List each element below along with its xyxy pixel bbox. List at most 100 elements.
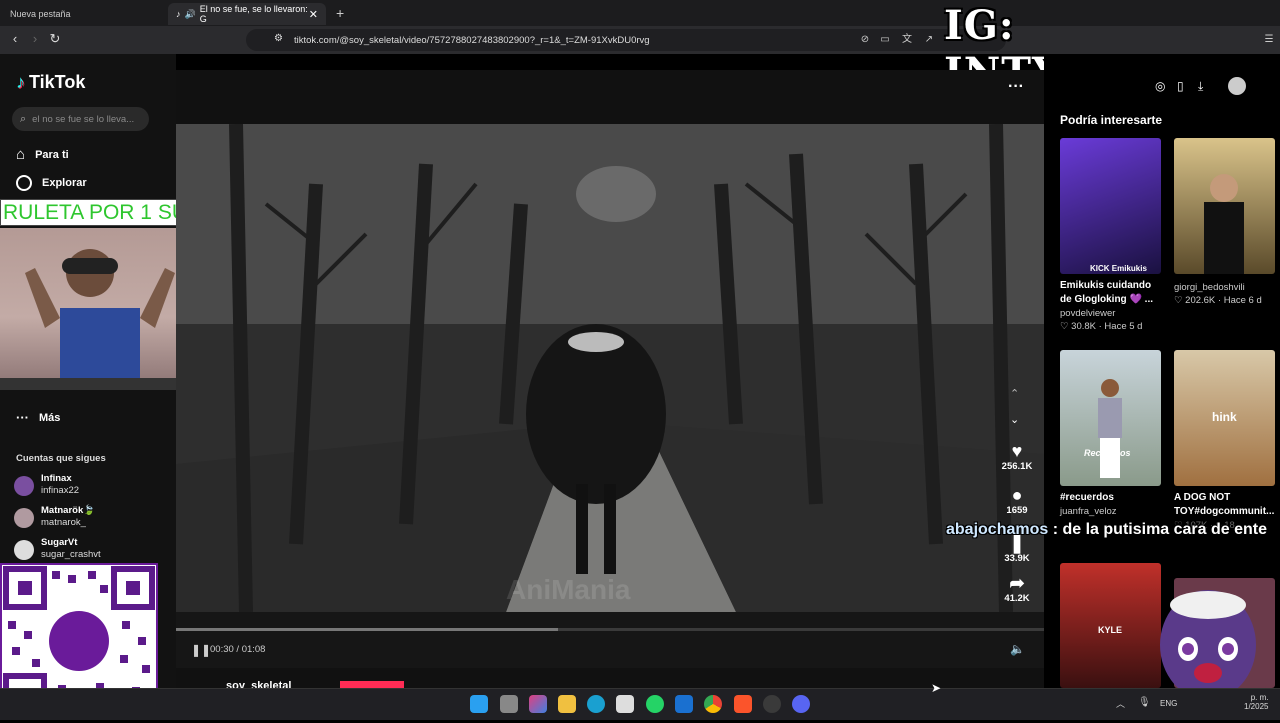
recommend-thumb[interactable] (1174, 138, 1275, 274)
like-button[interactable]: ♥ 256.1K (994, 441, 1040, 472)
url-bar[interactable]: ⚙ tiktok.com/@soy_skeletal/video/7572788… (246, 29, 1006, 51)
recommend-card[interactable]: #recuerdos juanfra_veloz (1060, 491, 1161, 518)
task-view-icon[interactable] (500, 695, 518, 713)
translate-icon[interactable]: 文 (900, 33, 914, 47)
tab-tiktok-video[interactable]: ♪ 🔊 El no se fue, se lo llevaron: G ✕ (168, 3, 326, 25)
avatar (14, 540, 34, 560)
tray-chevron-icon[interactable]: ︿ (1116, 697, 1125, 710)
share-button[interactable]: ➦ 41.2K (994, 573, 1040, 604)
search-input[interactable]: ⌕ el no se fue se lo lleva... (12, 107, 149, 131)
comment-icon: ● (1011, 485, 1023, 505)
nav-label: Explorar (42, 177, 87, 189)
recommend-thumb[interactable]: KICK Emikukis (1060, 138, 1161, 274)
recommend-meta: 30.8K · Hace 5 d (1071, 321, 1143, 332)
recommend-title: Podría interesarte (1060, 113, 1163, 127)
recommend-thumb[interactable]: Recuerdos (1060, 350, 1161, 486)
following-item[interactable]: SugarVt sugar_crashvt (14, 537, 101, 561)
heart-icon: ♥ (1011, 441, 1023, 461)
chat-user: abajochamos (946, 521, 1049, 538)
close-tab-icon[interactable]: ✕ (309, 8, 318, 21)
share-count: 41.2K (1004, 593, 1030, 604)
logo-text: TikTok (29, 72, 86, 92)
file-explorer-icon[interactable] (558, 695, 576, 713)
mouse-cursor-icon: ➤ (931, 681, 942, 695)
speaker-icon: 🔊 (184, 8, 196, 19)
chrome-icon[interactable] (704, 695, 722, 713)
download-icon[interactable]: ⤓ (1198, 79, 1203, 94)
pause-icon[interactable]: ❚❚ (191, 643, 211, 657)
following-item[interactable]: Infinax infinax22 (14, 473, 79, 497)
outlook-icon[interactable] (675, 695, 693, 713)
store-icon[interactable] (616, 695, 634, 713)
site-info-icon[interactable]: ⚙ (274, 33, 283, 44)
following-item[interactable]: Matnarök🍃 matnarok_ (14, 505, 95, 529)
comment-count: 1659 (1006, 505, 1028, 516)
like-count: 256.1K (1001, 461, 1033, 472)
heart-outline-icon: ♡ (1174, 295, 1186, 306)
tiktok-favicon-icon: ♪ (176, 9, 181, 19)
recommend-card[interactable]: Emikukis cuidando de Glogloking 💜 ... po… (1060, 279, 1161, 333)
thumb-figure (1204, 174, 1244, 274)
clock[interactable]: p. m. 1/2025 (1244, 693, 1268, 711)
recommend-item-title: Emikukis cuidando de Glogloking 💜 ... (1060, 280, 1154, 305)
recommend-item-title: A DOG NOT TOY#dogcommunit... (1174, 492, 1275, 517)
brave-icon[interactable] (734, 695, 752, 713)
thumb-caption: KICK Emikukis (1090, 264, 1147, 273)
back-icon[interactable]: ‹ (8, 32, 22, 46)
nav-para-ti[interactable]: ⌂ Para ti (16, 146, 69, 163)
clock-time: p. m. (1250, 693, 1269, 702)
following-name: SugarVt (41, 537, 78, 548)
start-icon[interactable] (470, 695, 488, 713)
chat-message: abajochamos : de la putisima cara de ent… (946, 521, 1267, 539)
obs-icon[interactable] (763, 695, 781, 713)
time-display: 00:30 / 01:08 (210, 644, 266, 655)
author-name[interactable]: soy_skeletal (226, 680, 291, 688)
coin-icon[interactable]: ◎ (1155, 79, 1165, 93)
search-icon: ⌕ (20, 112, 27, 125)
video-watermark: AniMania (506, 574, 631, 605)
copilot-icon[interactable] (529, 695, 547, 713)
tab-label: El no se fue, se lo llevaron: G (199, 4, 308, 24)
video-frame[interactable]: AniMania (176, 124, 1044, 612)
volume-icon[interactable]: 🔈 (1010, 642, 1025, 656)
reload-icon[interactable]: ↻ (48, 32, 62, 46)
follow-button[interactable] (340, 681, 404, 688)
recommend-thumb[interactable]: KYLE (1060, 563, 1161, 688)
profile-avatar[interactable] (1228, 77, 1246, 95)
following-handle: infinax22 (41, 485, 80, 496)
pip-icon[interactable]: ▭ (878, 33, 892, 47)
player-controls (176, 612, 1044, 668)
following-handle: sugar_crashvt (41, 549, 101, 560)
comment-button[interactable]: ● 1659 (994, 485, 1040, 516)
nav-explorar[interactable]: Explorar (16, 175, 87, 191)
forward-icon[interactable]: › (28, 32, 42, 46)
thumb-caption: Recuerdos (1084, 448, 1131, 458)
new-tab-icon[interactable]: + (336, 5, 344, 21)
share-icon[interactable]: ↗ (922, 33, 936, 47)
prev-video-icon[interactable]: ⌃ (1010, 387, 1019, 400)
tiktok-note-icon: ♪ (16, 72, 25, 92)
nav-label: Para ti (35, 148, 69, 161)
edge-icon[interactable] (587, 695, 605, 713)
next-video-icon[interactable]: ⌄ (1010, 413, 1019, 426)
nav-label: Más (39, 411, 61, 424)
device-icon[interactable]: ▯ (1177, 79, 1184, 93)
chat-text: : de la putisima cara de ente (1052, 521, 1268, 538)
tracking-icon[interactable]: ⊘ (858, 33, 872, 47)
thumb-caption: hink (1212, 410, 1237, 424)
thumb-figure (1098, 379, 1122, 478)
tiktok-logo[interactable]: ♪ TikTok (16, 72, 85, 93)
url-text: tiktok.com/@soy_skeletal/video/757278802… (294, 34, 650, 46)
following-title: Cuentas que sigues (16, 453, 106, 464)
tab-new[interactable]: Nueva pestaña (2, 3, 166, 25)
discord-icon[interactable] (792, 695, 810, 713)
nav-mas[interactable]: ··· Más (16, 410, 60, 425)
more-icon: ··· (16, 410, 29, 425)
mic-icon[interactable]: 🎙 (1138, 697, 1151, 708)
heart-outline-icon: ♡ (1060, 321, 1072, 332)
language-indicator[interactable]: ENG (1160, 699, 1177, 708)
whatsapp-icon[interactable] (646, 695, 664, 713)
more-options-icon[interactable]: ··· (1008, 78, 1024, 96)
recommend-card[interactable]: giorgi_bedoshvili ♡ 202.6K · Hace 6 d (1174, 279, 1275, 307)
recommend-thumb[interactable]: hink (1174, 350, 1275, 486)
